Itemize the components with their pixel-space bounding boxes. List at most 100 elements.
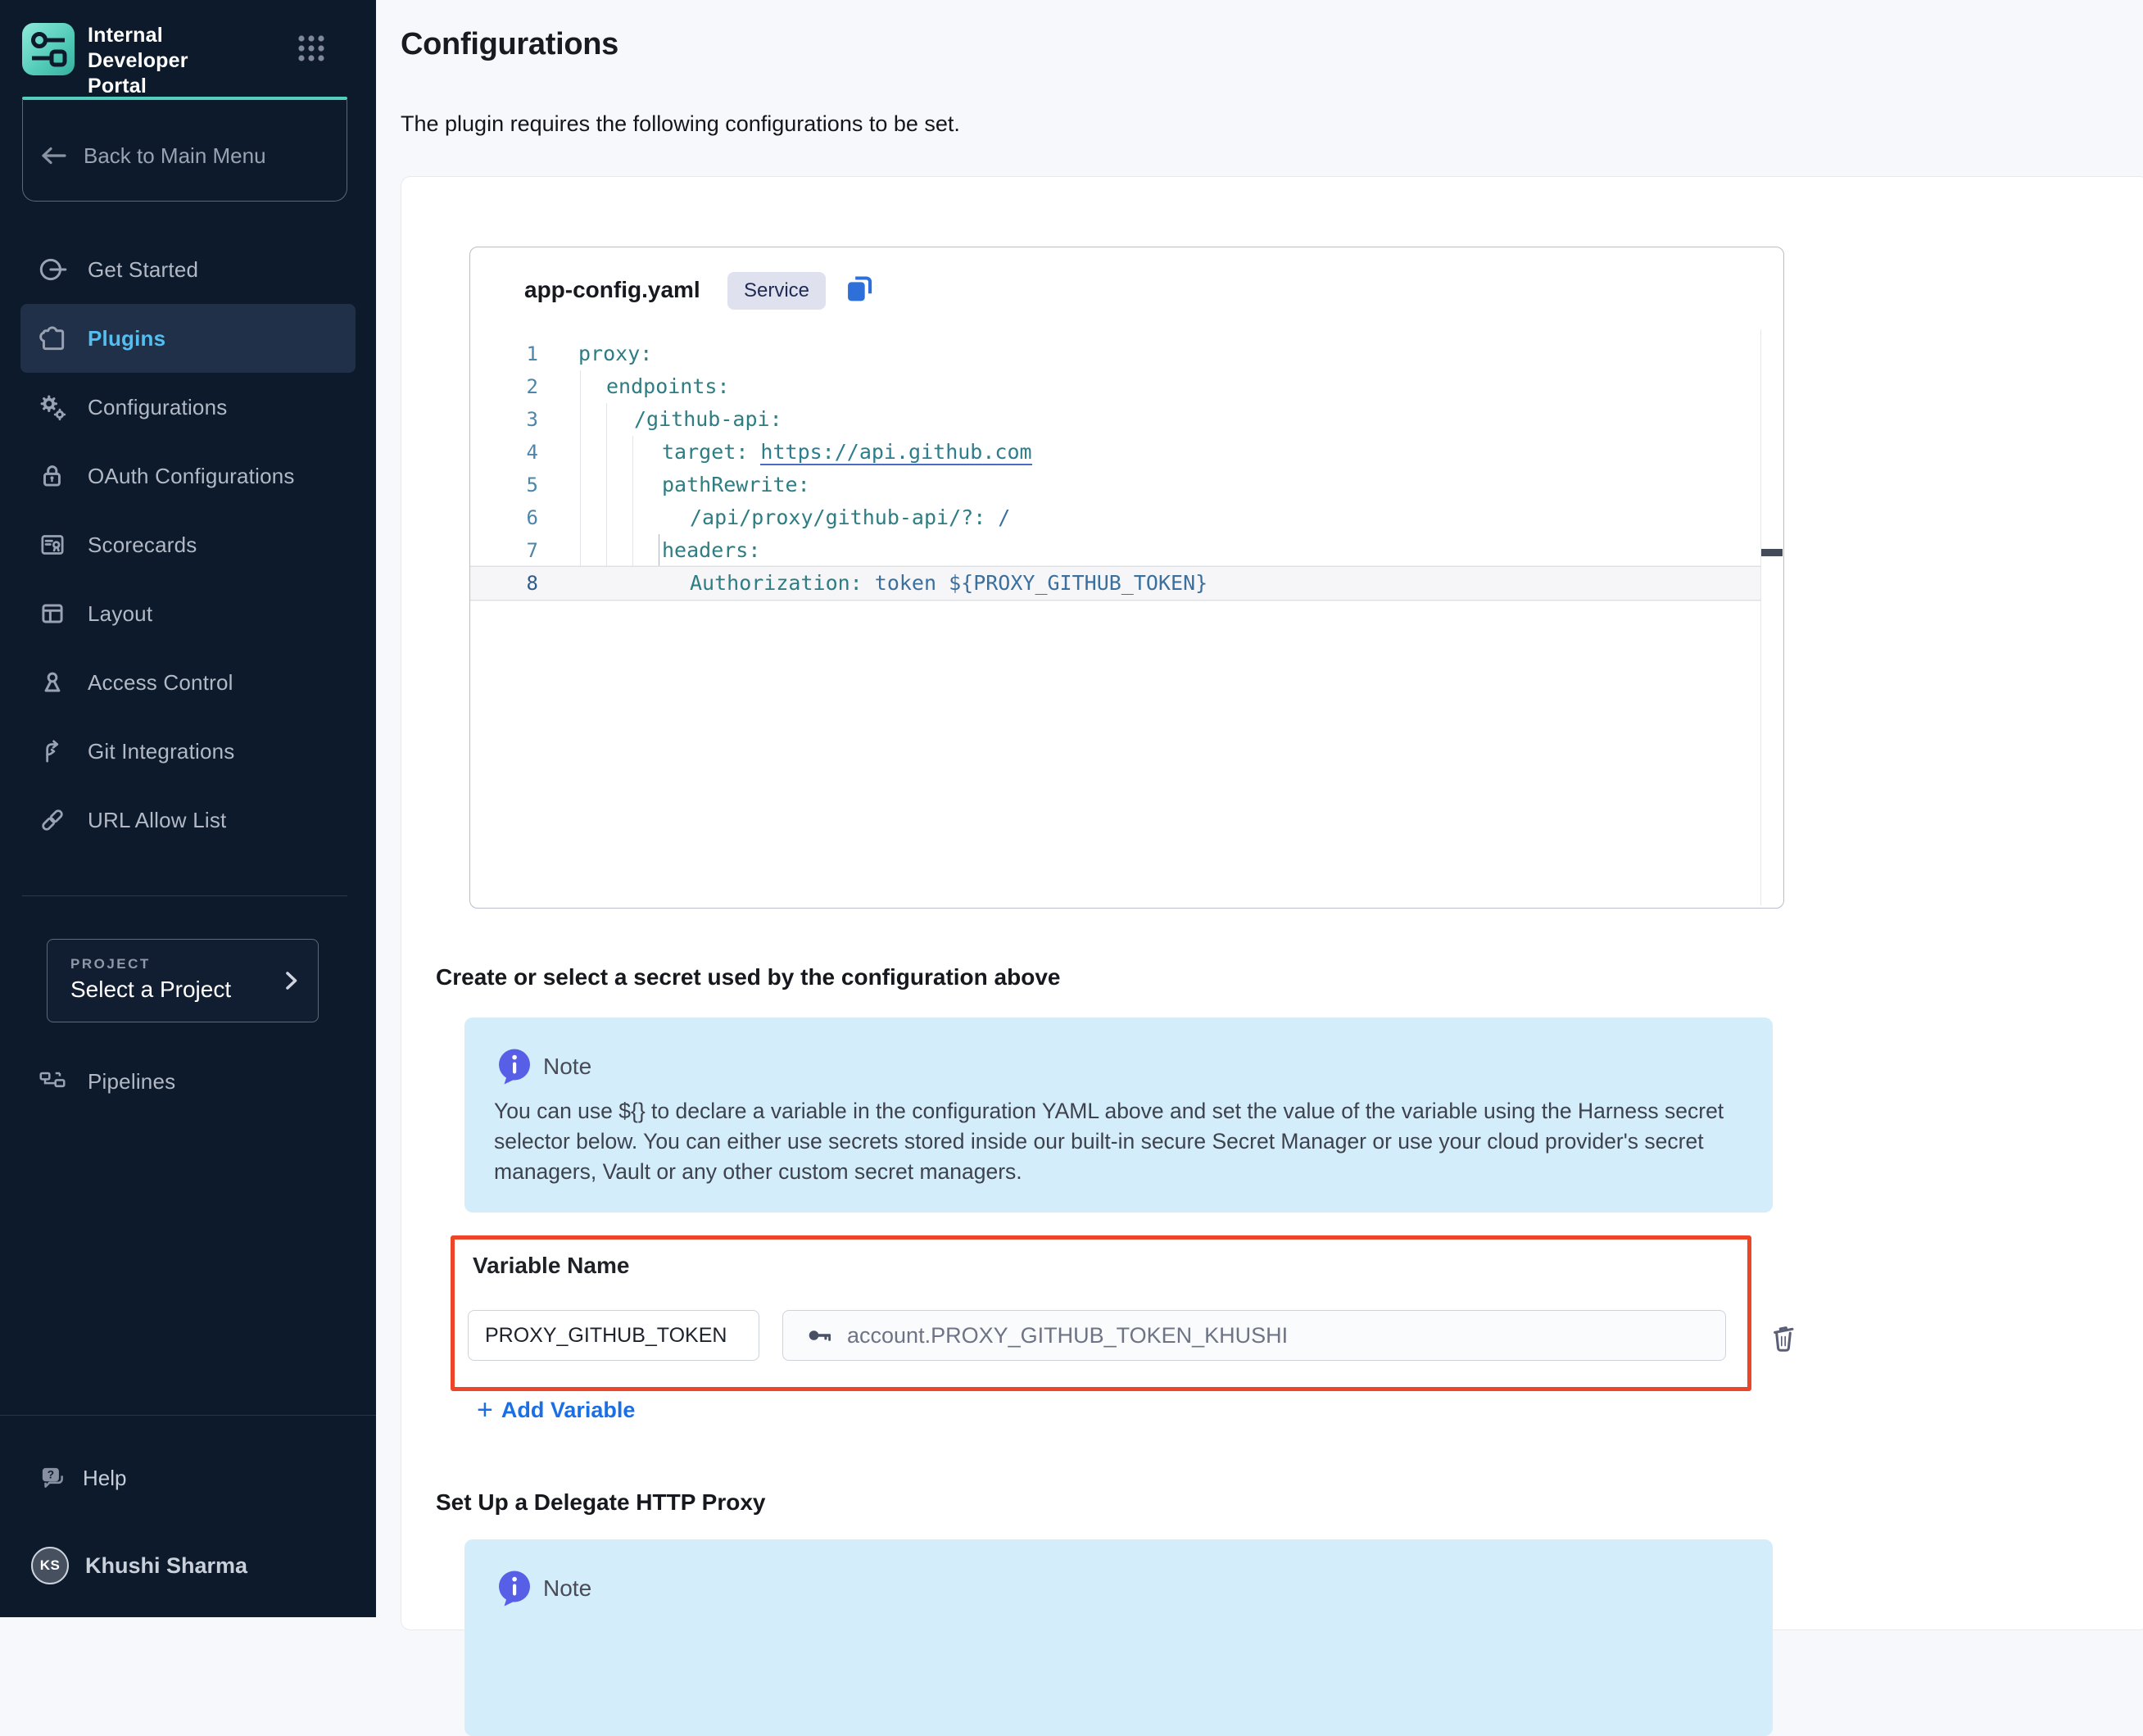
- sidebar-item-label: Configurations: [88, 395, 227, 420]
- code-text: proxy:: [470, 338, 1760, 370]
- line-number: 7: [470, 534, 538, 567]
- code-line-2[interactable]: 2endpoints:: [470, 370, 1760, 403]
- variable-name-input[interactable]: [468, 1310, 759, 1361]
- plugins-icon: [37, 323, 68, 354]
- sidebar-item-configurations[interactable]: Configurations: [20, 373, 356, 442]
- idp-logo-icon: [22, 23, 75, 75]
- access-control-icon: [37, 667, 68, 698]
- add-variable-button[interactable]: + Add Variable: [477, 1396, 635, 1424]
- add-variable-label: Add Variable: [501, 1398, 636, 1423]
- sidebar-item-layout[interactable]: Layout: [20, 579, 356, 648]
- sidebar-item-pipelines[interactable]: Pipelines: [20, 1047, 356, 1116]
- copy-icon[interactable]: [840, 269, 878, 306]
- yaml-editor: app-config.yaml Service 1proxy:2endpoint…: [469, 247, 1784, 909]
- user-avatar: KS: [31, 1547, 69, 1584]
- note-box-proxy: Note: [464, 1539, 1773, 1736]
- sidebar-item-get-started[interactable]: Get Started: [20, 235, 356, 304]
- service-badge: Service: [727, 272, 826, 310]
- config-filename: app-config.yaml: [524, 277, 700, 303]
- app-title-line2: Portal: [88, 74, 268, 99]
- user-name: Khushi Sharma: [85, 1553, 247, 1579]
- secret-section-heading: Create or select a secret used by the co…: [436, 964, 1060, 990]
- sidebar-item-git-integrations[interactable]: Git Integrations: [20, 717, 356, 786]
- line-number: 6: [470, 501, 538, 534]
- code-text: endpoints:: [470, 370, 1760, 403]
- code-line-4[interactable]: 4target: https://api.github.com: [470, 436, 1760, 469]
- code-line-1[interactable]: 1proxy:: [470, 338, 1760, 370]
- sidebar-item-plugins[interactable]: Plugins: [20, 304, 356, 373]
- sidebar-item-label: Get Started: [88, 257, 198, 283]
- url-allow-list-icon: [37, 805, 68, 836]
- main-content: Configurations The plugin requires the f…: [376, 0, 2143, 1617]
- sidebar-item-label: Pipelines: [88, 1069, 175, 1095]
- layout-icon: [37, 598, 68, 629]
- sidebar-item-label: Git Integrations: [88, 739, 235, 764]
- oauth-icon: [37, 460, 68, 492]
- plus-icon: +: [477, 1396, 493, 1424]
- code-line-8[interactable]: 8Authorization: token ${PROXY_GITHUB_TOK…: [470, 567, 1760, 600]
- code-line-3[interactable]: 3/github-api:: [470, 403, 1760, 436]
- get-started-icon: [37, 254, 68, 285]
- user-menu[interactable]: KS Khushi Sharma: [0, 1547, 376, 1584]
- sidebar: Internal Developer Portal Back to Main M…: [0, 0, 376, 1617]
- back-to-main-menu[interactable]: Back to Main Menu: [22, 100, 347, 202]
- line-number: 5: [470, 469, 538, 501]
- git-integrations-icon: [37, 736, 68, 767]
- sidebar-item-label: OAuth Configurations: [88, 464, 295, 489]
- project-kicker: PROJECT: [70, 956, 151, 972]
- svg-text:?: ?: [48, 1469, 54, 1481]
- sidebar-item-label: Access Control: [88, 670, 233, 696]
- arrow-left-icon: [38, 141, 69, 170]
- project-select-label: Select a Project: [70, 977, 231, 1003]
- sidebar-divider: [22, 895, 347, 896]
- sidebar-item-oauth-configurations[interactable]: OAuth Configurations: [20, 442, 356, 510]
- note-box-secret: Note You can use ${} to declare a variab…: [464, 1018, 1773, 1212]
- sidebar-nav: Get Started Plugins Configurations OAuth Co…: [0, 235, 376, 854]
- app-title-line1: Internal Developer: [88, 23, 268, 74]
- sidebar-item-label: URL Allow List: [88, 808, 226, 833]
- page-title: Configurations: [401, 25, 618, 64]
- variable-name-label: Variable Name: [473, 1253, 629, 1279]
- pipelines-row: Pipelines: [0, 1047, 376, 1116]
- sidebar-item-url-allow-list[interactable]: URL Allow List: [20, 786, 356, 854]
- sidebar-item-label: Scorecards: [88, 533, 197, 558]
- help-chat-icon: ?: [37, 1462, 68, 1494]
- info-icon: [496, 1569, 533, 1607]
- code-line-5[interactable]: 5pathRewrite:: [470, 469, 1760, 501]
- line-number: 4: [470, 436, 538, 469]
- code-line-6[interactable]: 6/api/proxy/github-api/?: /: [470, 501, 1760, 534]
- app-title: Internal Developer Portal: [88, 23, 268, 99]
- sidebar-item-access-control[interactable]: Access Control: [20, 648, 356, 717]
- editor-scrollbar-thumb[interactable]: [1761, 549, 1783, 556]
- project-selector[interactable]: PROJECT Select a Project: [47, 939, 319, 1022]
- code-text: /api/proxy/github-api/?: /: [470, 501, 1760, 534]
- annotation-highlight-box: Variable Name account.PROXY_GITHUB_TOKEN…: [451, 1235, 1751, 1391]
- line-number: 1: [470, 338, 538, 370]
- code-text: Authorization: token ${PROXY_GITHUB_TOKE…: [470, 567, 1760, 600]
- chevron-right-icon: [277, 967, 305, 995]
- code-text: headers:: [470, 534, 1760, 567]
- line-number: 3: [470, 403, 538, 436]
- sidebar-item-label: Layout: [88, 601, 152, 627]
- sidebar-item-scorecards[interactable]: Scorecards: [20, 510, 356, 579]
- apps-grid-icon[interactable]: [296, 33, 327, 64]
- scorecards-icon: [37, 529, 68, 560]
- brand-row: Internal Developer Portal: [22, 21, 350, 79]
- secret-value: account.PROXY_GITHUB_TOKEN_KHUSHI: [847, 1323, 1288, 1348]
- editor-scrollbar-track: [1760, 329, 1761, 905]
- note-title: Note: [543, 1054, 591, 1080]
- code-area[interactable]: 1proxy:2endpoints:3/github-api:4target: …: [470, 338, 1760, 600]
- note-title: Note: [543, 1575, 591, 1602]
- footer-divider: [0, 1415, 376, 1416]
- secret-selector[interactable]: account.PROXY_GITHUB_TOKEN_KHUSHI: [782, 1310, 1726, 1361]
- pipelines-icon: [37, 1066, 68, 1097]
- code-line-7[interactable]: 7headers:: [470, 534, 1760, 567]
- delete-variable-icon[interactable]: [1765, 1317, 1802, 1355]
- sidebar-item-label: Plugins: [88, 326, 165, 351]
- code-text: target: https://api.github.com: [470, 436, 1760, 469]
- info-icon: [496, 1047, 533, 1085]
- note-body: You can use ${} to declare a variable in…: [494, 1096, 1741, 1187]
- proxy-section-heading: Set Up a Delegate HTTP Proxy: [436, 1489, 766, 1516]
- configurations-card: app-config.yaml Service 1proxy:2endpoint…: [401, 176, 2143, 1630]
- help-button[interactable]: ? Help: [0, 1444, 376, 1512]
